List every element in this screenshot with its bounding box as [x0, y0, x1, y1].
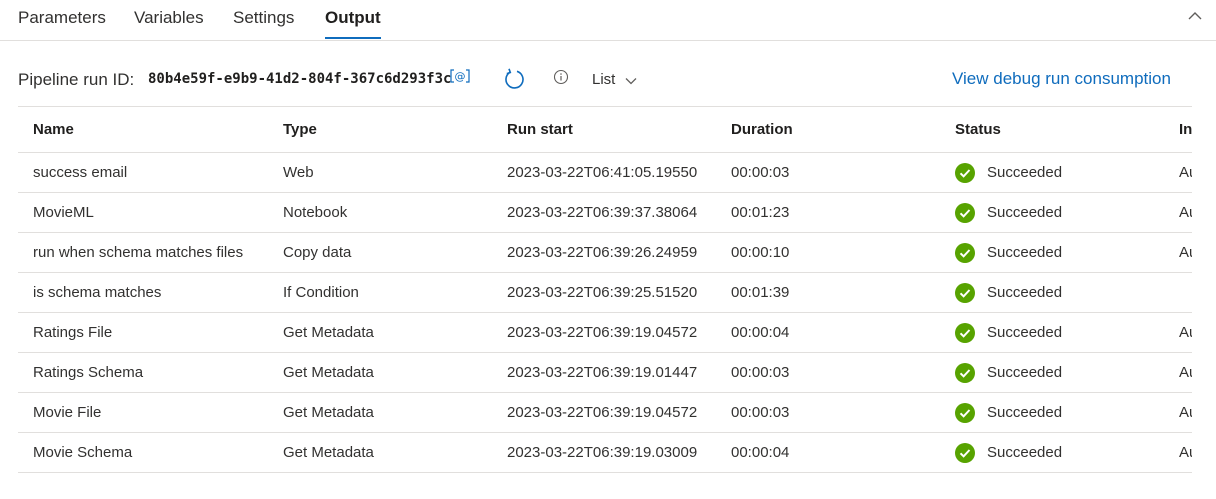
- cell-status: Succeeded: [940, 272, 1164, 313]
- cell-activity-name: Ratings File: [18, 312, 268, 353]
- cell-status: Succeeded: [940, 192, 1164, 233]
- cell-integration-runtime: Au: [1164, 312, 1192, 353]
- status-text: Succeeded: [987, 244, 1063, 261]
- table-row[interactable]: is schema matches If Condition 2023-03-22T…: [18, 272, 1192, 313]
- cell-integration-runtime: [1164, 272, 1192, 313]
- cell-status: Succeeded: [940, 432, 1164, 473]
- table-row[interactable]: Ratings Schema Get Metadata 2023-03-22T06:…: [18, 352, 1192, 393]
- cell-run-start: 2023-03-22T06:39:37.38064: [492, 192, 716, 233]
- cell-run-start: 2023-03-22T06:39:19.01447: [492, 352, 716, 393]
- column-header-status[interactable]: Status: [940, 107, 1164, 153]
- success-check-icon: [955, 242, 987, 263]
- status-text: Succeeded: [987, 444, 1063, 461]
- view-mode-select[interactable]: List: [592, 71, 637, 89]
- activity-runs-table: Name Type Run start Duration Status In s…: [18, 106, 1192, 499]
- refresh-icon[interactable]: [503, 67, 527, 91]
- info-icon[interactable]: [553, 69, 569, 85]
- cell-activity-type: If Condition: [268, 272, 492, 313]
- svg-text:@: @: [455, 70, 466, 83]
- cell-duration: 00:00:04: [716, 312, 940, 353]
- table-header-row: Name Type Run start Duration Status In: [18, 107, 1192, 153]
- success-check-icon: [955, 282, 987, 303]
- output-toolbar: Pipeline run ID: 80b4e59f-e9b9-41d2-804f…: [0, 62, 1216, 98]
- run-id-label: Pipeline run ID:: [18, 70, 135, 89]
- cell-integration-runtime: Au: [1164, 432, 1192, 473]
- table-row[interactable]: success email Web 2023-03-22T06:41:05.1955…: [18, 152, 1192, 193]
- table-row[interactable]: Ratings File Get Metadata 2023-03-22T06:39…: [18, 312, 1192, 353]
- success-check-icon: [955, 362, 987, 383]
- run-id-value: 80b4e59f-e9b9-41d2-804f-367c6d293f3c: [148, 71, 452, 87]
- table-row[interactable]: run when schema matches files Copy data 20…: [18, 232, 1192, 273]
- status-text: Succeeded: [987, 404, 1063, 421]
- column-header-name[interactable]: Name: [18, 107, 268, 153]
- cell-duration: 00:01:39: [716, 272, 940, 313]
- status-text: Succeeded: [987, 364, 1063, 381]
- cell-run-start: 2023-03-22T06:39:19.04572: [492, 312, 716, 353]
- tab-settings[interactable]: Settings: [233, 8, 294, 39]
- cell-integration-runtime: Au: [1164, 352, 1192, 393]
- cell-run-start: 2023-03-22T06:39:25.51520: [492, 272, 716, 313]
- cell-run-start: 2023-03-22T06:41:05.19550: [492, 152, 716, 193]
- collapse-chevron-up-icon[interactable]: [1186, 8, 1204, 26]
- status-text: Succeeded: [987, 324, 1063, 341]
- cell-activity-name: Ratings Schema: [18, 352, 268, 393]
- cell-activity-type: Get Metadata: [268, 312, 492, 353]
- tab-bar: Parameters Variables Settings Output: [0, 0, 1216, 41]
- table-row[interactable]: MovieML Notebook 2023-03-22T06:39:37.38064…: [18, 192, 1192, 233]
- cell-duration: 00:00:10: [716, 232, 940, 273]
- success-check-icon: [955, 202, 987, 223]
- cell-duration: 00:01:23: [716, 192, 940, 233]
- cell-duration: 00:00:03: [716, 152, 940, 193]
- cell-activity-type: Get Metadata: [268, 432, 492, 473]
- cell-run-start: 2023-03-22T06:39:19.03009: [492, 432, 716, 473]
- cell-activity-name: Movie Schema: [18, 432, 268, 473]
- chevron-down-icon: [625, 72, 637, 89]
- cell-activity-type: Web: [268, 152, 492, 193]
- status-text: Succeeded: [987, 164, 1063, 181]
- success-check-icon: [955, 442, 987, 463]
- cell-status: Succeeded: [940, 352, 1164, 393]
- cell-activity-name: MovieML: [18, 192, 268, 233]
- cell-integration-runtime: Au: [1164, 192, 1192, 233]
- cell-duration: 00:00:04: [716, 432, 940, 473]
- copy-icon[interactable]: @: [449, 68, 471, 84]
- cell-activity-name: Movie File: [18, 392, 268, 433]
- cell-activity-type: Get Metadata: [268, 352, 492, 393]
- cell-status: Succeeded: [940, 152, 1164, 193]
- tab-variables[interactable]: Variables: [134, 8, 204, 39]
- cell-status: Succeeded: [940, 392, 1164, 433]
- column-header-duration[interactable]: Duration: [716, 107, 940, 153]
- table-row[interactable]: Movie Schema Get Metadata 2023-03-22T06:39…: [18, 432, 1192, 473]
- tab-output[interactable]: Output: [325, 8, 381, 39]
- view-debug-run-consumption-link[interactable]: View debug run consumption: [952, 69, 1171, 89]
- status-text: Succeeded: [987, 204, 1063, 221]
- cell-integration-runtime: Au: [1164, 152, 1192, 193]
- cell-activity-name: is schema matches: [18, 272, 268, 313]
- cell-activity-type: Get Metadata: [268, 392, 492, 433]
- success-check-icon: [955, 322, 987, 343]
- success-check-icon: [955, 162, 987, 183]
- cell-activity-name: success email: [18, 152, 268, 193]
- cell-duration: 00:00:03: [716, 352, 940, 393]
- cell-activity-type: Copy data: [268, 232, 492, 273]
- view-mode-label: List: [592, 71, 616, 88]
- column-header-type[interactable]: Type: [268, 107, 492, 153]
- cell-integration-runtime: Au: [1164, 392, 1192, 433]
- tab-parameters[interactable]: Parameters: [18, 8, 106, 39]
- cell-status: Succeeded: [940, 312, 1164, 353]
- cell-status: Succeeded: [940, 232, 1164, 273]
- table-row[interactable]: Movie File Get Metadata 2023-03-22T06:39:1…: [18, 392, 1192, 433]
- cell-run-start: 2023-03-22T06:39:19.04572: [492, 392, 716, 433]
- cell-activity-name: run when schema matches files: [18, 232, 268, 273]
- cell-duration: 00:00:03: [716, 392, 940, 433]
- cell-integration-runtime: Au: [1164, 232, 1192, 273]
- status-text: Succeeded: [987, 284, 1063, 301]
- success-check-icon: [955, 402, 987, 423]
- cell-run-start: 2023-03-22T06:39:26.24959: [492, 232, 716, 273]
- column-header-run-start[interactable]: Run start: [492, 107, 716, 153]
- column-header-integration-runtime[interactable]: In: [1164, 107, 1192, 153]
- cell-activity-type: Notebook: [268, 192, 492, 233]
